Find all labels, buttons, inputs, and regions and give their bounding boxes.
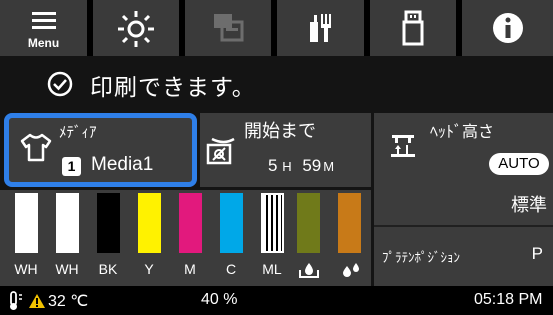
light-button[interactable] [93,0,179,56]
ink-level-bar [220,193,243,253]
light-icon [118,11,154,47]
ink-level-bar [297,193,320,253]
maintenance-button[interactable] [277,0,364,56]
menu-icon [31,12,56,29]
head-auto-badge: AUTO [489,153,549,175]
printer-queue-button[interactable] [185,0,271,56]
media-title: ﾒﾃﾞｨｱ [59,123,97,141]
footer-bar: 32 ℃ 40 % 05:18 PM [0,286,553,315]
ink-level-bar [15,193,38,253]
ink-level-bar [261,193,284,253]
info-button[interactable] [462,0,553,56]
ink-label: WH [55,261,79,277]
status-bar: 印刷できます。 [0,56,553,112]
toolbar: Menu [0,0,553,56]
platen-position-value: P [531,244,543,263]
warning-icon [29,294,45,308]
maintenance-icon [309,14,331,42]
ink-level-bar [56,193,79,253]
head-height-panel[interactable]: ﾍｯﾄﾞ高さ AUTO 標準 ﾌﾟﾗﾃﾝﾎﾟｼﾞｼｮﾝ P [374,113,553,286]
drying-hours: 5 [268,156,278,175]
media-number: 1 [67,158,76,174]
status-message: 印刷できます。 [90,75,256,101]
ink-label: ML [262,261,282,277]
ink-label: M [184,261,196,277]
usb-icon [402,10,424,46]
ink-label: BK [98,261,118,277]
ink-level-bar [138,193,161,253]
check-circle-icon [47,71,73,97]
drying-panel[interactable]: 開始まで 5 H 59 M [200,113,371,187]
ink-label: WH [14,261,38,277]
printer-screen: Menu 印刷できます。 ﾒﾃﾞｨｱ 1 Media1 開始まで 5 H 59 … [0,0,553,315]
waste-ink-icon [299,263,319,278]
head-height-title: ﾍｯﾄﾞ高さ [430,122,495,141]
printer-queue-icon [214,14,244,42]
temperature-value: 32 ℃ [48,293,89,310]
drying-hours-unit: H [282,159,292,174]
media-name: Media1 [91,154,154,175]
usb-button[interactable] [370,0,456,56]
head-height-icon [391,135,415,157]
drying-fan-icon [206,137,235,165]
menu-button[interactable]: Menu [0,0,87,56]
ink-level-bar [97,193,120,253]
drying-minutes: 59 [302,156,322,175]
temperature-humidity-icon [10,291,22,310]
platen-position-label: ﾌﾟﾗﾃﾝﾎﾟｼﾞｼｮﾝ [382,251,460,266]
humidity-value: 40 % [201,291,238,308]
tshirt-icon [20,133,52,162]
info-icon [492,13,523,43]
head-auto-label: AUTO [498,155,540,172]
media-number-badge: 1 [62,157,81,176]
ink-label: Y [144,261,154,277]
ink-label: C [225,261,237,277]
media-panel[interactable]: ﾒﾃﾞｨｱ 1 Media1 [4,113,197,187]
drying-title: 開始まで [244,121,316,142]
ink-level-bar [338,193,361,253]
cleaning-liquid-icon [343,263,359,277]
menu-label: Menu [27,36,60,50]
drying-time: 5 H 59 M [268,156,334,176]
head-divider [374,225,553,227]
ink-level-bar [179,193,202,253]
clock: 05:18 PM [474,291,543,308]
head-mode: 標準 [511,195,547,216]
drying-minutes-unit: M [323,159,335,174]
